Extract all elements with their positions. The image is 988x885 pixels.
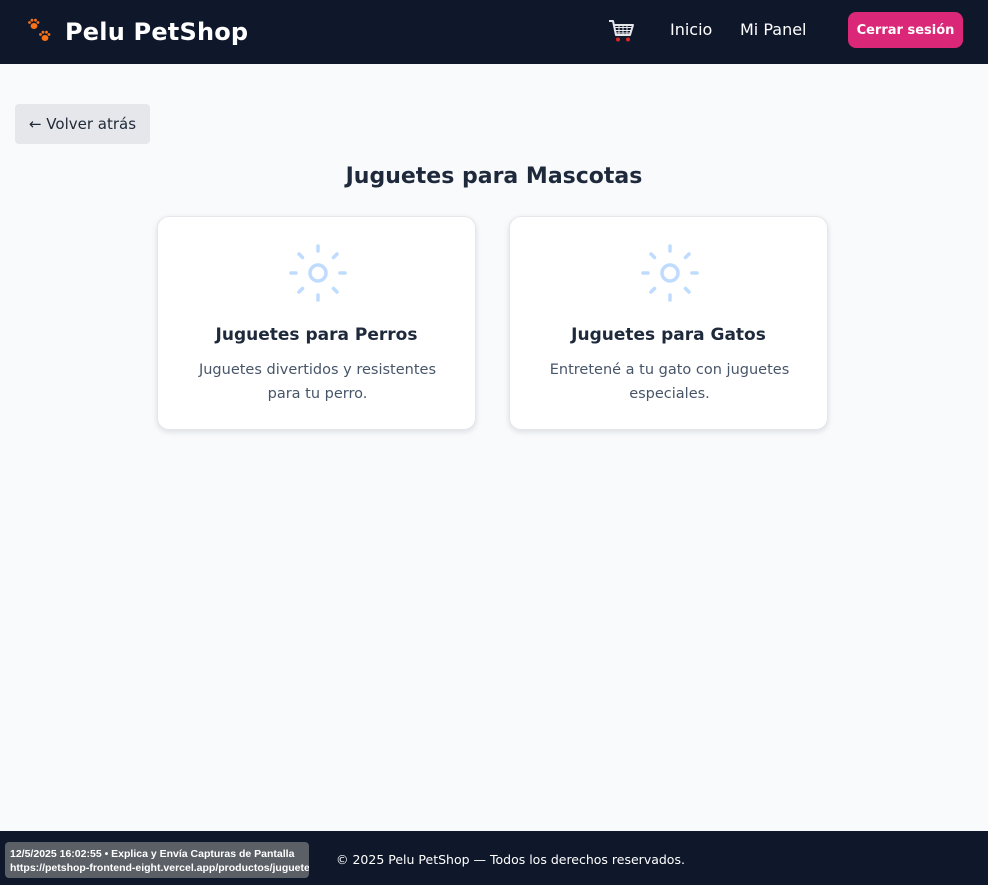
- category-card-perros[interactable]: Juguetes para Perros Juguetes divertidos…: [157, 216, 476, 430]
- footer-copyright: © 2025 Pelu PetShop — Todos los derechos…: [336, 852, 685, 867]
- sun-icon: [641, 244, 699, 302]
- page-title: Juguetes para Mascotas: [345, 164, 643, 189]
- screenshot-info-overlay: 12/5/2025 16:02:55 • Explica y Envía Cap…: [5, 842, 309, 878]
- logout-button[interactable]: Cerrar sesión: [848, 12, 963, 48]
- back-button[interactable]: ← Volver atrás: [15, 104, 150, 144]
- nav-link-mi-panel[interactable]: Mi Panel: [740, 20, 807, 39]
- card-description: Juguetes divertidos y resistentes para t…: [198, 362, 437, 402]
- brand-name: Pelu PetShop: [65, 18, 249, 46]
- card-title: Juguetes para Perros: [215, 325, 418, 345]
- brand-link[interactable]: Pelu PetShop: [26, 14, 248, 50]
- overlay-timestamp: 12/5/2025 16:02:55 • Explica y Envía Cap…: [10, 848, 295, 860]
- category-card-gatos[interactable]: Juguetes para Gatos Entretené a tu gato …: [509, 216, 828, 430]
- cart-icon[interactable]: [607, 18, 635, 44]
- sun-icon: [289, 244, 347, 302]
- overlay-url: https://petshop-frontend-eight.vercel.ap…: [10, 862, 309, 874]
- card-description: Entretené a tu gato con juguetes especia…: [549, 362, 790, 402]
- navbar: Pelu PetShop Inicio Mi Panel Cerrar sesi…: [0, 0, 988, 64]
- card-title: Juguetes para Gatos: [571, 325, 766, 345]
- nav-link-inicio[interactable]: Inicio: [670, 20, 712, 39]
- paw-prints-icon: [28, 18, 51, 41]
